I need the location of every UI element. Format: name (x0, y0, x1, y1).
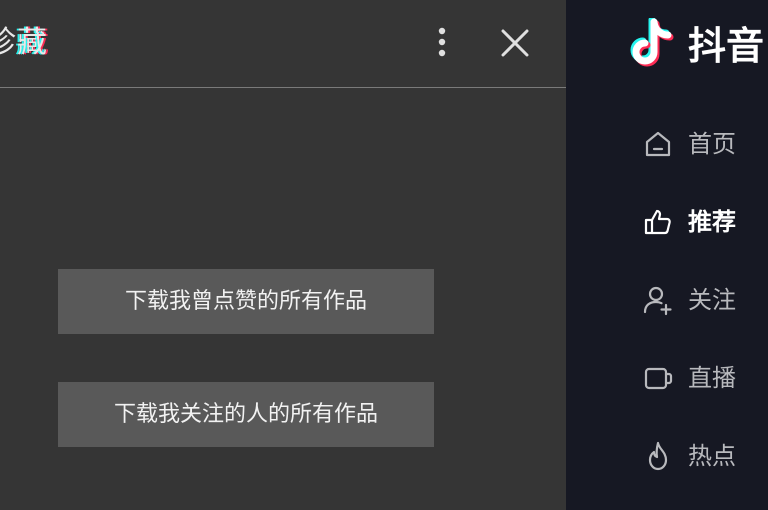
brand-name: 抖音 (688, 24, 765, 68)
nav-item-hot-label: 热点 (688, 442, 736, 470)
home-icon (645, 131, 671, 157)
panel-title-glitch: 藏 (17, 25, 48, 60)
panel-title-prefix: 诊 (0, 25, 17, 60)
douyin-sidebar: 抖音 首页 推荐 关注 直播 热点 (566, 0, 768, 510)
nav-item-live-label: 直播 (688, 364, 736, 392)
panel-header: 诊藏 (0, 0, 566, 88)
download-liked-works-button[interactable]: 下载我曾点赞的所有作品 (58, 269, 434, 334)
nav-item-follow[interactable]: 关注 (642, 278, 768, 322)
nav-item-recommend[interactable]: 推荐 (642, 200, 768, 244)
nav-item-home[interactable]: 首页 (642, 122, 768, 166)
extension-panel: 诊藏 下载我曾点赞的所有作品 下载我关注的人的所有作品 (0, 0, 566, 510)
flame-icon (648, 441, 668, 471)
nav-item-follow-label: 关注 (688, 286, 736, 314)
nav-item-live[interactable]: 直播 (642, 356, 768, 400)
more-options-button[interactable] (430, 24, 454, 64)
more-vertical-icon (438, 27, 446, 57)
douyin-logo-icon (630, 18, 674, 67)
panel-title: 诊藏 (0, 25, 48, 61)
download-following-works-button[interactable]: 下载我关注的人的所有作品 (58, 382, 434, 447)
user-plus-icon (643, 286, 672, 316)
live-tv-icon (644, 367, 673, 390)
close-icon (501, 29, 529, 57)
nav-item-recommend-label: 推荐 (688, 208, 736, 236)
nav-item-hot[interactable]: 热点 (642, 434, 768, 478)
nav-item-home-label: 首页 (688, 130, 736, 158)
screen: 诊藏 下载我曾点赞的所有作品 下载我关注的人的所有作品 抖音 首页 推荐 关注 … (0, 0, 768, 510)
thumbs-up-icon (644, 209, 671, 235)
close-button[interactable] (496, 24, 534, 62)
